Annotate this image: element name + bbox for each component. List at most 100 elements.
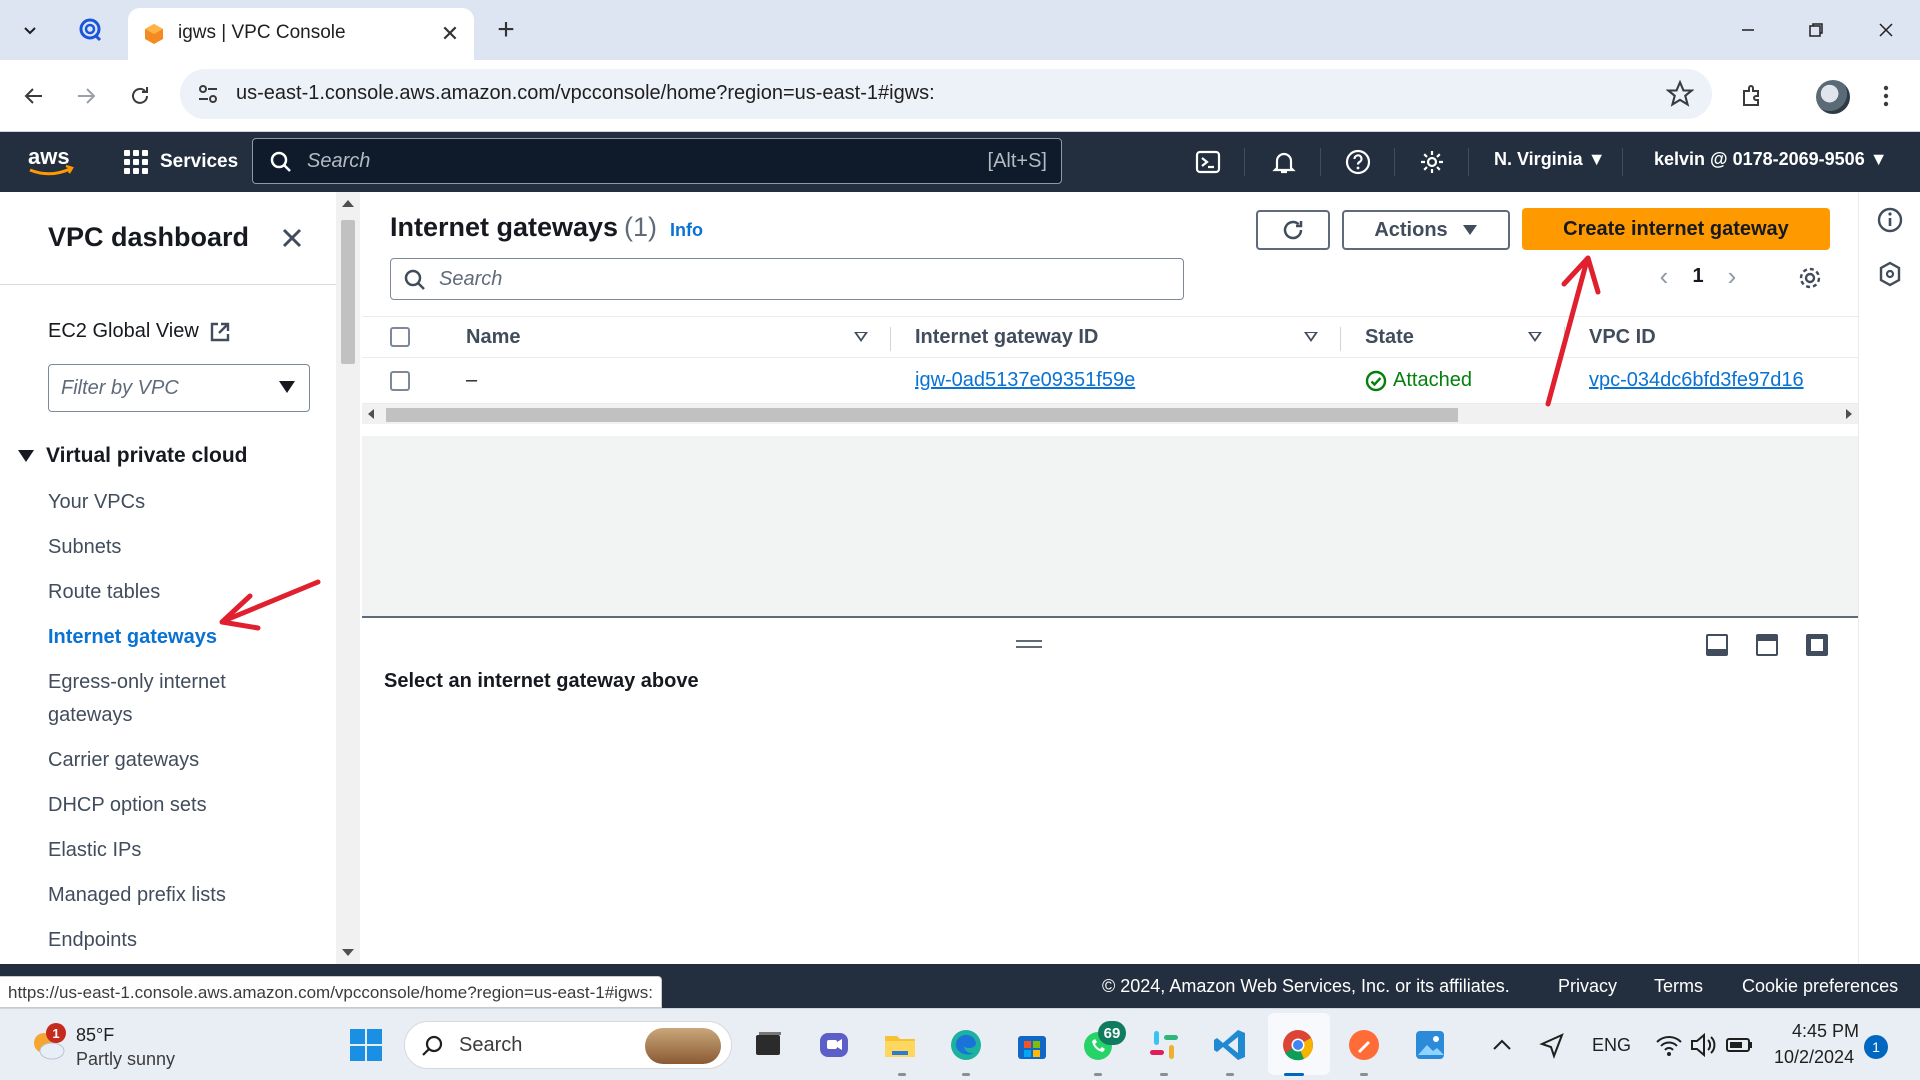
restore-window-icon[interactable] [1786, 10, 1846, 50]
account-menu[interactable]: kelvin @ 0178-2069-9506 ▼ [1654, 149, 1888, 170]
notifications-bell-icon[interactable] [1268, 146, 1300, 178]
extensions-puzzle-icon[interactable] [1736, 80, 1768, 112]
address-bar[interactable]: us-east-1.console.aws.amazon.com/vpccons… [180, 69, 1712, 119]
aws-search-input[interactable]: Search [Alt+S] [252, 138, 1062, 184]
site-info-icon[interactable] [196, 82, 220, 106]
region-selector[interactable]: N. Virginia ▼ [1494, 149, 1606, 170]
sidebar-scrollbar[interactable] [336, 192, 360, 964]
clock-date[interactable]: 10/2/2024 [1774, 1047, 1854, 1068]
column-header-vpc-id[interactable]: VPC ID [1589, 317, 1656, 357]
row-checkbox[interactable] [390, 370, 410, 391]
scroll-up-icon[interactable] [342, 200, 354, 207]
ec2-global-view-link[interactable]: EC2 Global View [48, 320, 231, 343]
column-header-internet-gateway-id[interactable]: Internet gateway ID [915, 317, 1098, 357]
info-panel-icon[interactable] [1876, 206, 1904, 234]
split-panel-full-icon[interactable] [1806, 634, 1828, 656]
sidebar-item-internet-gateways[interactable]: Internet gateways [48, 621, 288, 654]
scrollbar-thumb[interactable] [341, 220, 355, 364]
select-all-checkbox[interactable] [390, 327, 410, 347]
tab-close-icon[interactable]: ✕ [436, 20, 464, 48]
sidebar-item-dhcp-option-sets[interactable]: DHCP option sets [48, 789, 288, 822]
table-horizontal-scrollbar[interactable] [362, 404, 1858, 424]
previous-page-icon[interactable]: ‹ [1650, 261, 1678, 291]
sidebar-item-route-tables[interactable]: Route tables [48, 576, 288, 609]
show-hidden-icons-chevron-icon[interactable] [1488, 1027, 1516, 1063]
file-explorer-icon[interactable] [882, 1027, 918, 1063]
cell-vpc-id-link[interactable]: vpc-034dc6bfd3fe97d16 [1589, 358, 1804, 403]
security-hexagon-icon[interactable] [1876, 260, 1904, 288]
taskbar-search-input[interactable]: Search [404, 1021, 732, 1069]
sidebar-title[interactable]: VPC dashboard [48, 222, 249, 253]
new-tab-button[interactable]: + [488, 12, 524, 48]
info-link[interactable]: Info [670, 220, 703, 241]
table-preferences-gear-icon[interactable] [1796, 264, 1824, 292]
back-icon[interactable] [14, 76, 54, 116]
virtual-private-cloud-section[interactable]: Virtual private cloud [18, 444, 248, 468]
battery-icon[interactable] [1724, 1027, 1754, 1063]
tab-search-dropdown-icon[interactable] [12, 12, 48, 48]
split-panel-bottom-icon[interactable] [1706, 634, 1728, 656]
next-page-icon[interactable]: › [1718, 261, 1746, 291]
photos-icon[interactable] [1412, 1027, 1448, 1063]
sidebar-item-carrier-gateways[interactable]: Carrier gateways [48, 744, 288, 777]
notification-center-badge[interactable]: 1 [1864, 1035, 1888, 1059]
scroll-right-icon[interactable] [1846, 409, 1852, 419]
privacy-link[interactable]: Privacy [1558, 976, 1617, 997]
scroll-left-icon[interactable] [368, 409, 374, 419]
chrome-menu-icon[interactable] [1870, 80, 1902, 112]
sidebar-item-elastic-ips[interactable]: Elastic IPs [48, 834, 288, 867]
sidebar-item-managed-prefix-lists[interactable]: Managed prefix lists [48, 879, 288, 912]
services-menu-button[interactable]: Services [124, 148, 238, 176]
cell-igw-id-link[interactable]: igw-0ad5137e09351f59e [915, 358, 1135, 403]
create-internet-gateway-button[interactable]: Create internet gateway [1522, 208, 1830, 250]
horizontal-scroll-thumb[interactable] [386, 408, 1458, 422]
postman-icon[interactable] [1346, 1027, 1382, 1063]
microsoft-store-icon[interactable] [1014, 1027, 1050, 1063]
cloudshell-icon[interactable] [1192, 146, 1224, 178]
split-panel-side-icon[interactable] [1756, 634, 1778, 656]
slack-icon[interactable] [1146, 1027, 1182, 1063]
windows-start-icon[interactable] [348, 1027, 384, 1063]
sort-state-icon[interactable] [1528, 317, 1542, 357]
settings-gear-icon[interactable] [1416, 146, 1448, 178]
clock-time[interactable]: 4:45 PM [1792, 1021, 1859, 1042]
column-header-name[interactable]: Name [466, 317, 520, 357]
sort-gateway-id-icon[interactable] [1304, 317, 1318, 357]
refresh-button[interactable] [1256, 210, 1330, 250]
filter-by-vpc-select[interactable]: Filter by VPC [48, 364, 310, 412]
column-header-state[interactable]: State [1365, 317, 1414, 357]
close-window-icon[interactable] [1856, 10, 1916, 50]
sidebar-item-subnets[interactable]: Subnets [48, 531, 288, 564]
extension-q-icon[interactable] [72, 12, 108, 48]
scroll-down-icon[interactable] [342, 949, 354, 956]
sidebar-item-your-vpcs[interactable]: Your VPCs [48, 486, 288, 519]
actions-dropdown-button[interactable]: Actions [1342, 210, 1510, 250]
forward-icon[interactable] [66, 76, 106, 116]
profile-avatar[interactable] [1816, 80, 1850, 114]
browser-tab-active[interactable]: igws | VPC Console ✕ [128, 8, 474, 60]
bookmark-star-icon[interactable] [1666, 80, 1694, 108]
cookie-preferences-link[interactable]: Cookie preferences [1742, 976, 1898, 997]
sidebar-item-egress-only-internet-gateways[interactable]: Egress-only internet gateways [48, 666, 288, 732]
chrome-icon[interactable] [1280, 1027, 1316, 1063]
current-page[interactable]: 1 [1678, 265, 1718, 288]
sort-name-icon[interactable] [854, 317, 868, 357]
edge-browser-icon[interactable] [948, 1027, 984, 1063]
help-icon[interactable] [1342, 146, 1374, 178]
language-indicator[interactable]: ENG [1592, 1035, 1631, 1056]
terms-link[interactable]: Terms [1654, 976, 1703, 997]
teams-chat-icon[interactable] [816, 1027, 852, 1063]
location-arrow-icon[interactable] [1538, 1027, 1566, 1063]
task-view-icon[interactable] [750, 1027, 786, 1063]
table-row[interactable]: – igw-0ad5137e09351f59e Attached vpc-034… [362, 358, 1858, 404]
split-panel-drag-handle[interactable] [1016, 640, 1042, 648]
close-sidebar-icon[interactable] [276, 222, 308, 254]
volume-icon[interactable] [1688, 1027, 1718, 1063]
reload-icon[interactable] [120, 76, 160, 116]
table-search-input[interactable]: Search [390, 258, 1184, 300]
sidebar-item-endpoints[interactable]: Endpoints [48, 924, 288, 957]
minimize-window-icon[interactable] [1718, 10, 1778, 50]
aws-logo-icon[interactable]: aws [26, 144, 78, 180]
wifi-icon[interactable] [1654, 1027, 1684, 1063]
vscode-icon[interactable] [1212, 1027, 1248, 1063]
